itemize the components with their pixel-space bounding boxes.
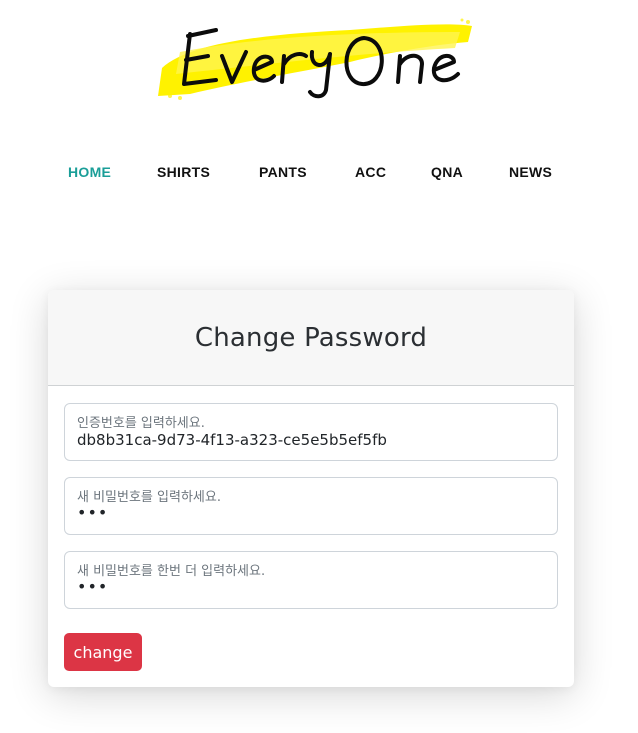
nav-item-acc[interactable]: ACC (355, 164, 386, 180)
brand-logo[interactable] (150, 12, 480, 108)
nav-item-home[interactable]: HOME (68, 164, 111, 180)
confirm-password-field[interactable]: 새 비밀번호를 한번 더 입력하세요. ••• (64, 551, 558, 609)
nav-item-news[interactable]: NEWS (509, 164, 552, 180)
nav-item-pants[interactable]: PANTS (259, 164, 307, 180)
main-nav: HOME SHIRTS PANTS ACC QNA NEWS (0, 164, 638, 188)
nav-item-shirts[interactable]: SHIRTS (157, 164, 210, 180)
new-password-field[interactable]: 새 비밀번호를 입력하세요. ••• (64, 477, 558, 535)
nav-item-qna[interactable]: QNA (431, 164, 463, 180)
verification-code-value[interactable]: db8b31ca-9d73-4f13-a323-ce5e5b5ef5fb (77, 431, 387, 449)
change-password-card: Change Password 인증번호를 입력하세요. db8b31ca-9d… (48, 290, 574, 687)
new-password-value[interactable]: ••• (77, 503, 108, 522)
verification-code-field[interactable]: 인증번호를 입력하세요. db8b31ca-9d73-4f13-a323-ce5… (64, 403, 558, 461)
confirm-password-value[interactable]: ••• (77, 577, 108, 596)
logo-graphic (158, 18, 472, 100)
change-button[interactable]: change (64, 633, 142, 671)
card-header: Change Password (48, 290, 574, 386)
card-title: Change Password (194, 322, 428, 353)
verification-code-label: 인증번호를 입력하세요. (77, 416, 205, 431)
